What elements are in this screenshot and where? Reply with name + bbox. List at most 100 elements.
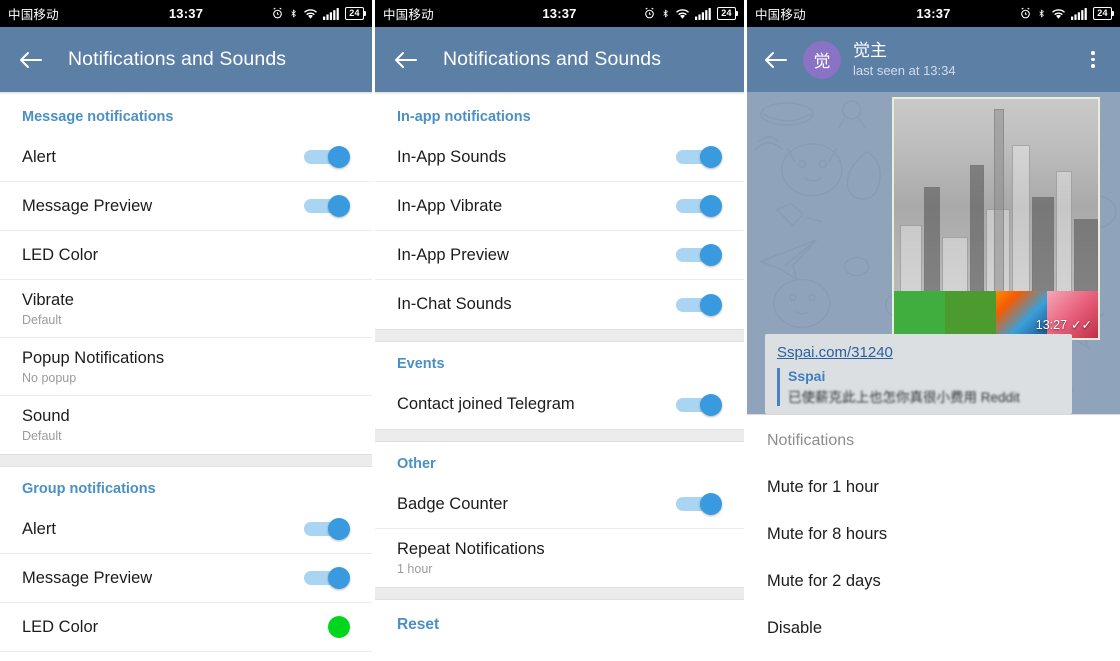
row-label: Contact joined Telegram (396, 395, 575, 413)
row-label: Message Preview (22, 196, 153, 215)
row-value: 1 hour (396, 562, 433, 576)
row-label: Popup Notifications (22, 348, 165, 367)
back-button[interactable] (14, 43, 48, 77)
section-separator (374, 587, 744, 600)
toolbar-1: Notifications and Sounds (0, 27, 372, 92)
alarm-icon (1021, 7, 1030, 19)
row-label: Alert (22, 147, 56, 166)
page-title: Notifications and Sounds (442, 48, 662, 70)
setting-row-sound[interactable]: Sound Default (0, 396, 372, 454)
row-label: Message Preview (22, 568, 153, 587)
toggle-badge-counter[interactable] (676, 493, 722, 515)
toggle-group-message-preview[interactable] (304, 567, 350, 589)
avatar[interactable]: 觉 (802, 40, 841, 79)
setting-row-contact-joined[interactable]: Contact joined Telegram (374, 380, 744, 429)
photo-city-skyline (893, 99, 1098, 295)
section-header-events: Events (396, 356, 445, 372)
row-label: In-Chat Sounds (396, 295, 512, 313)
panel-inapp-notifications: 中国移动 13:37 24 Notifications and Sounds I… (374, 0, 744, 661)
chat-toolbar: 觉 觉主 last seen at 13:34 (746, 27, 1120, 92)
setting-row-repeat-notifications[interactable]: Repeat Notifications 1 hour (374, 529, 744, 587)
menu-item-mute-8-hours[interactable]: Mute for 8 hours (747, 511, 1120, 558)
section-header-message-notifications: Message notifications (22, 109, 174, 125)
battery-icon: 24 (717, 7, 738, 20)
back-button[interactable] (389, 43, 423, 77)
link-site-name: Sspai (787, 368, 826, 384)
setting-row-group-alert[interactable]: Alert (0, 505, 372, 554)
setting-row-in-app-preview[interactable]: In-App Preview (374, 231, 744, 280)
setting-row-group-led-color[interactable]: LED Color (0, 603, 372, 652)
read-receipt-icon: ✓✓ (1071, 318, 1092, 332)
three-panel-screenshot: 中国移动 13:37 24 Notifications and Sounds M… (0, 0, 1120, 661)
setting-row-vibrate[interactable]: Vibrate Default (0, 280, 372, 338)
battery-icon: 24 (345, 7, 366, 20)
thumb-green-solid (893, 291, 945, 338)
signal-icon (695, 7, 711, 20)
row-label: In-App Sounds (396, 147, 507, 166)
toggle-in-app-vibrate[interactable] (676, 195, 722, 217)
toolbar-2: Notifications and Sounds (374, 27, 744, 92)
section-header-other: Other (396, 456, 436, 472)
toggle-alert[interactable] (304, 146, 350, 168)
notifications-menu-sheet: Notifications Mute for 1 hour Mute for 8… (746, 414, 1120, 652)
setting-row-popup-notifications[interactable]: Popup Notifications No popup (0, 338, 372, 396)
row-label: Sound (22, 407, 70, 425)
photo-message[interactable]: 13:27 ✓✓ (891, 97, 1100, 340)
menu-item-disable[interactable]: Disable (747, 605, 1120, 652)
carrier-label: 中国移动 (8, 8, 59, 22)
setting-row-badge-counter[interactable]: Badge Counter (374, 480, 744, 529)
signal-icon (1070, 7, 1087, 20)
setting-row-message-preview[interactable]: Message Preview (0, 182, 372, 231)
row-label: Vibrate (22, 290, 74, 309)
section-header-group-notifications: Group notifications (22, 481, 156, 497)
toggle-message-preview[interactable] (304, 195, 350, 217)
menu-item-mute-2-days[interactable]: Mute for 2 days (747, 558, 1120, 605)
panel-message-notifications: 中国移动 13:37 24 Notifications and Sounds M… (0, 0, 372, 661)
carrier-label: 中国移动 (382, 8, 434, 22)
message-meta: 13:27 ✓✓ (1035, 317, 1092, 333)
chat-status: last seen at 13:34 (852, 63, 956, 78)
arrow-left-icon (20, 51, 42, 68)
section-header-reset[interactable]: Reset (375, 600, 744, 642)
setting-row-in-chat-sounds[interactable]: In-Chat Sounds (374, 280, 744, 329)
back-button[interactable] (759, 43, 793, 77)
bluetooth-icon (291, 9, 296, 18)
alarm-icon (273, 7, 282, 19)
link-preview-bubble[interactable]: Sspai.com/31240 Sspai 已使薪克此上也怎你真很小费用 Red… (764, 334, 1072, 414)
toggle-in-chat-sounds[interactable] (676, 293, 722, 316)
toggle-in-app-preview[interactable] (676, 244, 722, 266)
row-value: Default (22, 429, 62, 443)
message-time: 13:27 (1035, 317, 1068, 332)
row-value: No popup (22, 370, 77, 385)
row-label: Badge Counter (396, 494, 508, 513)
signal-icon (323, 7, 339, 20)
link-url[interactable]: Sspai.com/31240 (777, 344, 1060, 361)
bluetooth-icon (1039, 9, 1044, 18)
row-label: Alert (22, 519, 56, 538)
section-separator (374, 329, 744, 342)
menu-title: Notifications (766, 432, 855, 449)
section-header-in-app-notifications: In-app notifications (396, 109, 531, 125)
wifi-icon (676, 8, 689, 19)
menu-item-mute-1-hour[interactable]: Mute for 1 hour (747, 464, 1120, 511)
thumb-green-foliage (944, 291, 996, 338)
status-bar-2: 中国移动 13:37 24 (374, 0, 744, 27)
setting-row-alert[interactable]: Alert (0, 133, 372, 182)
row-value: Default (22, 312, 62, 327)
setting-row-in-app-sounds[interactable]: In-App Sounds (374, 133, 744, 182)
row-label: In-App Preview (396, 245, 509, 264)
setting-row-in-app-vibrate[interactable]: In-App Vibrate (374, 182, 744, 231)
setting-row-led-color[interactable]: LED Color (0, 231, 372, 280)
status-bar-1: 中国移动 13:37 24 (0, 0, 372, 27)
more-options-icon[interactable] (1078, 43, 1108, 77)
led-color-swatch-icon[interactable] (328, 616, 350, 638)
page-title: Notifications and Sounds (68, 48, 287, 70)
settings-list-1: Message notifications Alert Message Prev… (0, 95, 372, 652)
bluetooth-icon (663, 9, 668, 18)
toggle-contact-joined[interactable] (676, 393, 722, 416)
wifi-icon (304, 8, 317, 19)
toggle-in-app-sounds[interactable] (676, 146, 722, 168)
setting-row-group-message-preview[interactable]: Message Preview (0, 554, 372, 603)
toggle-group-alert[interactable] (304, 518, 350, 540)
row-label: In-App Vibrate (396, 196, 503, 215)
